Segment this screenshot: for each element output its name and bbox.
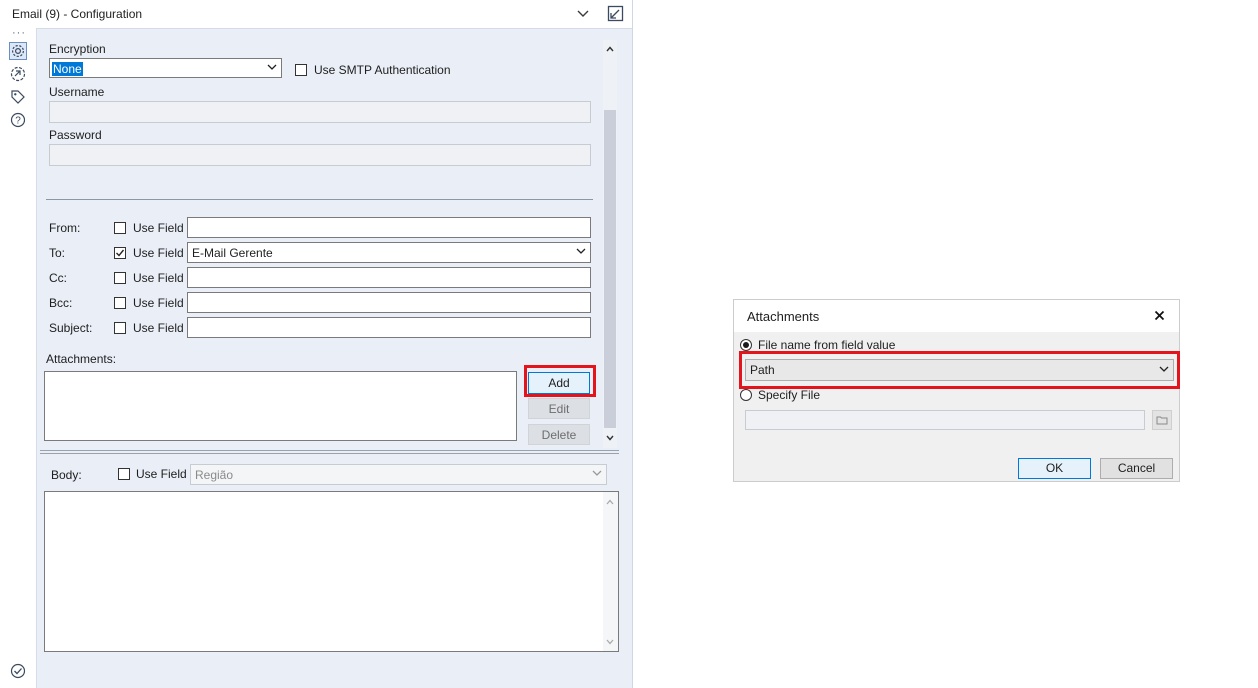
radio-selected-dot [743,342,749,348]
field-value-radio[interactable] [740,339,752,351]
browse-button[interactable] [1152,410,1172,430]
cc-use-field-label: Use Field [133,271,184,285]
to-label: To: [49,246,66,260]
file-path-input[interactable] [745,410,1145,430]
from-input[interactable] [187,217,591,238]
encryption-label: Encryption [49,42,106,56]
chevron-down-icon [1159,366,1169,372]
to-use-field-checkbox[interactable] [114,247,126,259]
splitter[interactable] [40,450,619,451]
encryption-dropdown[interactable]: None [49,58,282,78]
chevron-down-icon [592,470,602,476]
svg-text:?: ? [15,116,21,127]
specify-file-label: Specify File [758,388,821,402]
configuration-panel: Email (9) - Configuration ··· ? Encrypti… [0,0,633,688]
from-use-field-label: Use Field [133,221,184,235]
body-scroll-up-icon[interactable] [605,497,615,507]
subject-use-field-checkbox[interactable] [114,322,126,334]
username-input[interactable] [49,101,591,123]
body-use-field-label: Use Field [136,467,187,481]
section-divider [46,199,593,200]
use-smtp-auth-label: Use SMTP Authentication [314,63,451,77]
chevron-down-icon[interactable] [576,6,590,20]
more-dots-icon[interactable]: ··· [12,28,26,39]
body-scroll-down-icon[interactable] [605,637,615,647]
chevron-down-icon [576,248,586,254]
body-field-value: Região [195,468,234,482]
tag-icon[interactable] [9,88,27,106]
bcc-input[interactable] [187,292,591,313]
from-use-field-checkbox[interactable] [114,222,126,234]
to-field-value: E-Mail Gerente [192,246,273,260]
body-field-dropdown[interactable]: Região [190,464,607,485]
cancel-button[interactable]: Cancel [1100,458,1173,479]
bcc-use-field-checkbox[interactable] [114,297,126,309]
username-label: Username [49,85,105,99]
to-use-field-label: Use Field [133,246,184,260]
password-input[interactable] [49,144,591,166]
check-circle-icon[interactable] [9,662,27,680]
dialog-titlebar: Attachments [734,300,1179,332]
connection-icon[interactable] [9,65,27,83]
bcc-label: Bcc: [49,296,73,310]
scroll-up-icon[interactable] [605,44,615,54]
to-field-dropdown[interactable]: E-Mail Gerente [187,242,591,263]
use-smtp-auth-checkbox[interactable] [295,64,307,76]
popout-icon[interactable] [607,5,624,22]
dialog-title: Attachments [747,309,820,324]
subject-use-field-label: Use Field [133,321,184,335]
bcc-use-field-label: Use Field [133,296,184,310]
body-label: Body: [51,468,82,482]
ok-button[interactable]: OK [1018,458,1091,479]
cc-input[interactable] [187,267,591,288]
field-value-selected: Path [750,363,775,377]
splitter-line [40,453,619,454]
panel-title: Email (9) - Configuration [12,7,143,21]
folder-icon [1156,416,1168,425]
password-label: Password [49,128,102,142]
subject-label: Subject: [49,321,93,335]
encryption-value: None [52,62,83,76]
delete-attachment-button[interactable]: Delete [528,424,590,445]
subject-input[interactable] [187,317,591,338]
close-icon[interactable] [1154,310,1165,321]
chevron-down-icon [267,64,277,70]
attachments-dialog: Attachments File name from field value P… [733,299,1180,482]
field-value-dropdown[interactable]: Path [745,359,1174,381]
attachments-label: Attachments: [46,352,117,366]
field-value-option-label: File name from field value [758,338,896,352]
add-attachment-button[interactable]: Add [528,372,590,394]
body-scrollbar[interactable] [603,492,618,651]
cc-label: Cc: [49,271,67,285]
checkmark-icon [116,249,125,257]
scrollbar-thumb[interactable] [604,110,616,428]
help-icon[interactable]: ? [9,111,27,129]
cc-use-field-checkbox[interactable] [114,272,126,284]
scroll-down-icon[interactable] [605,433,615,443]
body-textarea[interactable] [44,491,619,652]
attachments-list[interactable] [44,371,517,441]
specify-file-radio[interactable] [740,389,752,401]
from-label: From: [49,221,81,235]
body-use-field-checkbox[interactable] [118,468,130,480]
edit-attachment-button[interactable]: Edit [528,398,590,419]
gear-icon[interactable] [9,42,27,60]
panel-header: Email (9) - Configuration [0,0,632,29]
